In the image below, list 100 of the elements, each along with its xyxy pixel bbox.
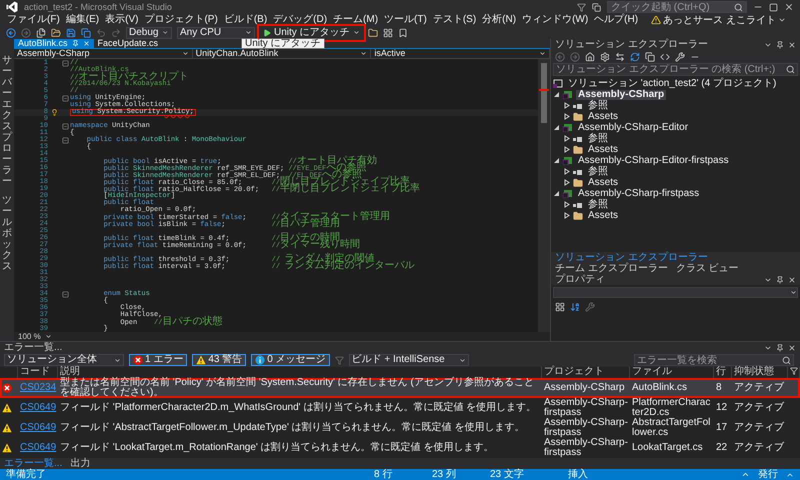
- collapsed-arrow-icon[interactable]: [563, 146, 570, 153]
- tree-item[interactable]: Assembly-CSharp-Editor: [576, 122, 690, 132]
- menu-item[interactable]: チーム(M): [330, 14, 382, 26]
- collapse-icon[interactable]: [62, 291, 68, 298]
- document-tab[interactable]: FaceUpdate.cs: [94, 39, 162, 48]
- menu-item[interactable]: テスト(S): [430, 14, 480, 26]
- forward-icon[interactable]: [570, 52, 580, 62]
- document-tab[interactable]: AutoBlink.cs: [14, 39, 94, 48]
- back-icon[interactable]: [6, 28, 16, 38]
- expanded-arrow-icon[interactable]: [553, 157, 560, 164]
- tree-item[interactable]: 参照: [586, 200, 610, 210]
- panel-tab[interactable]: チーム エクスプローラー: [551, 263, 672, 274]
- tree-item[interactable]: ソリューション 'action_test2' (4 プロジェクト): [566, 78, 778, 88]
- collapsed-arrow-icon[interactable]: [563, 135, 570, 142]
- navigation-dropdown[interactable]: Assembly-CSharp: [14, 49, 193, 58]
- expanded-arrow-icon[interactable]: [553, 91, 560, 98]
- collapsed-arrow-icon[interactable]: [563, 102, 570, 109]
- menu-item[interactable]: プロジェクト(P): [141, 14, 221, 26]
- collapsed-arrow-icon[interactable]: [563, 201, 570, 208]
- side-panel-tab[interactable]: サーバーエクスプローラー: [2, 55, 12, 187]
- zoom-dropdown[interactable]: 100 %: [14, 332, 56, 340]
- platform-dropdown[interactable]: Any CPU: [177, 26, 255, 38]
- search-field[interactable]: エラー一覧を検索: [634, 354, 794, 366]
- pin-icon[interactable]: [776, 40, 784, 48]
- menu-item[interactable]: ヘルプ(H): [591, 14, 642, 26]
- open-folder-icon[interactable]: [51, 28, 61, 38]
- caret-icon[interactable]: [182, 50, 189, 57]
- pin-icon[interactable]: [776, 344, 784, 352]
- menu-item[interactable]: ウィンドウ(W): [519, 14, 592, 26]
- expanded-arrow-icon[interactable]: [553, 124, 560, 131]
- pin-icon[interactable]: [72, 40, 79, 47]
- collapse-icon[interactable]: [62, 123, 68, 130]
- vertical-scrollbar[interactable]: [538, 59, 550, 332]
- caret-icon[interactable]: [360, 50, 368, 57]
- navigation-dropdown[interactable]: isActive: [371, 49, 550, 58]
- caret-icon[interactable]: [539, 50, 546, 57]
- tree-item[interactable]: Assets: [586, 178, 620, 188]
- menu-item[interactable]: ファイル(F): [4, 14, 63, 26]
- sync-icon[interactable]: [615, 52, 625, 62]
- tree-item[interactable]: Assembly-CSharp-Editor-firstpass: [576, 156, 731, 166]
- collapse-icon[interactable]: [62, 137, 68, 144]
- caret-icon[interactable]: [44, 333, 52, 340]
- close-icon[interactable]: [788, 40, 796, 48]
- bookmark-icon[interactable]: [398, 28, 408, 38]
- caret-icon[interactable]: [458, 356, 466, 364]
- close-icon[interactable]: [788, 344, 796, 352]
- pin-icon[interactable]: [776, 276, 784, 284]
- menu-item[interactable]: デバッグ(D): [270, 14, 330, 26]
- error-code-link[interactable]: CS0649: [20, 423, 56, 433]
- close-icon[interactable]: [788, 276, 796, 284]
- folder-icon[interactable]: [368, 28, 378, 38]
- undo-icon[interactable]: [96, 28, 106, 38]
- tree-item[interactable]: Assets: [586, 210, 620, 220]
- scope-dropdown[interactable]: ソリューション全体: [4, 354, 124, 366]
- gear-icon[interactable]: [600, 52, 610, 62]
- publish-button[interactable]: 発行: [758, 470, 778, 480]
- forward-icon[interactable]: [21, 28, 31, 38]
- collapsed-arrow-icon[interactable]: [563, 113, 570, 120]
- code-icon[interactable]: [660, 52, 670, 62]
- menu-item[interactable]: ツール(T): [381, 14, 430, 26]
- menu-item[interactable]: 編集(E): [62, 14, 102, 26]
- configuration-dropdown[interactable]: Debug: [126, 26, 172, 38]
- filter-icon[interactable]: [577, 2, 586, 12]
- tree-item[interactable]: 参照: [586, 100, 610, 110]
- collapsed-arrow-icon[interactable]: [563, 168, 570, 175]
- collapsed-arrow-icon[interactable]: [563, 179, 570, 186]
- lightbulb-icon[interactable]: [50, 109, 58, 116]
- panel-tab[interactable]: クラス ビュー: [672, 263, 743, 274]
- attach-button[interactable]: Unity にアタッチ: [260, 26, 363, 38]
- refresh-icon[interactable]: [630, 52, 640, 62]
- tree-item[interactable]: Assets: [586, 112, 620, 122]
- caret-icon[interactable]: [114, 356, 121, 364]
- caret-icon[interactable]: [352, 29, 360, 36]
- save-icon[interactable]: [66, 28, 76, 38]
- menu-item[interactable]: 分析(N): [479, 14, 520, 26]
- caret-icon[interactable]: [790, 289, 797, 296]
- tree-item[interactable]: Assembly-CSharp: [576, 90, 666, 100]
- error-row[interactable]: CS0234 型または名前空間の名前 'Policy' が名前空間 'System.Security' に存在しません (アセンブリ参照があることを確認してください)。 Assembly-CSharp AutoBlink.cs 8 アクティブ: [0, 378, 800, 398]
- search-icon[interactable]: [786, 65, 795, 74]
- maximize-icon[interactable]: [769, 2, 778, 12]
- panel-tab[interactable]: ソリューション エクスプローラー: [551, 252, 712, 263]
- collapsed-arrow-icon[interactable]: [563, 212, 570, 219]
- play-icon[interactable]: [263, 28, 271, 36]
- side-panel-tab[interactable]: ツールボックス: [2, 195, 12, 272]
- quick-launch-field[interactable]: クイック起動 (Ctrl+Q): [607, 1, 747, 13]
- search-icon[interactable]: [734, 2, 743, 12]
- account-name[interactable]: あっとサース えこライト: [663, 13, 776, 27]
- redo-icon[interactable]: [111, 28, 121, 38]
- filter-toggle[interactable]: 1 エラー: [129, 354, 188, 366]
- filter-toggle[interactable]: 43 警告: [192, 354, 246, 366]
- panel-tab[interactable]: エラー一覧...: [0, 458, 66, 469]
- source-dropdown[interactable]: ビルド + IntelliSense: [348, 354, 469, 366]
- home-icon[interactable]: [585, 52, 595, 62]
- layout-icon[interactable]: [382, 28, 393, 38]
- caret-icon[interactable]: [778, 16, 786, 24]
- navigation-dropdown[interactable]: UnityChan.AutoBlink: [192, 49, 372, 58]
- error-code-link[interactable]: CS0649: [20, 403, 56, 413]
- filter-toggle[interactable]: 0 メッセージ: [251, 354, 330, 366]
- tree-item[interactable]: 参照: [586, 134, 610, 144]
- copy-icon[interactable]: [645, 52, 655, 62]
